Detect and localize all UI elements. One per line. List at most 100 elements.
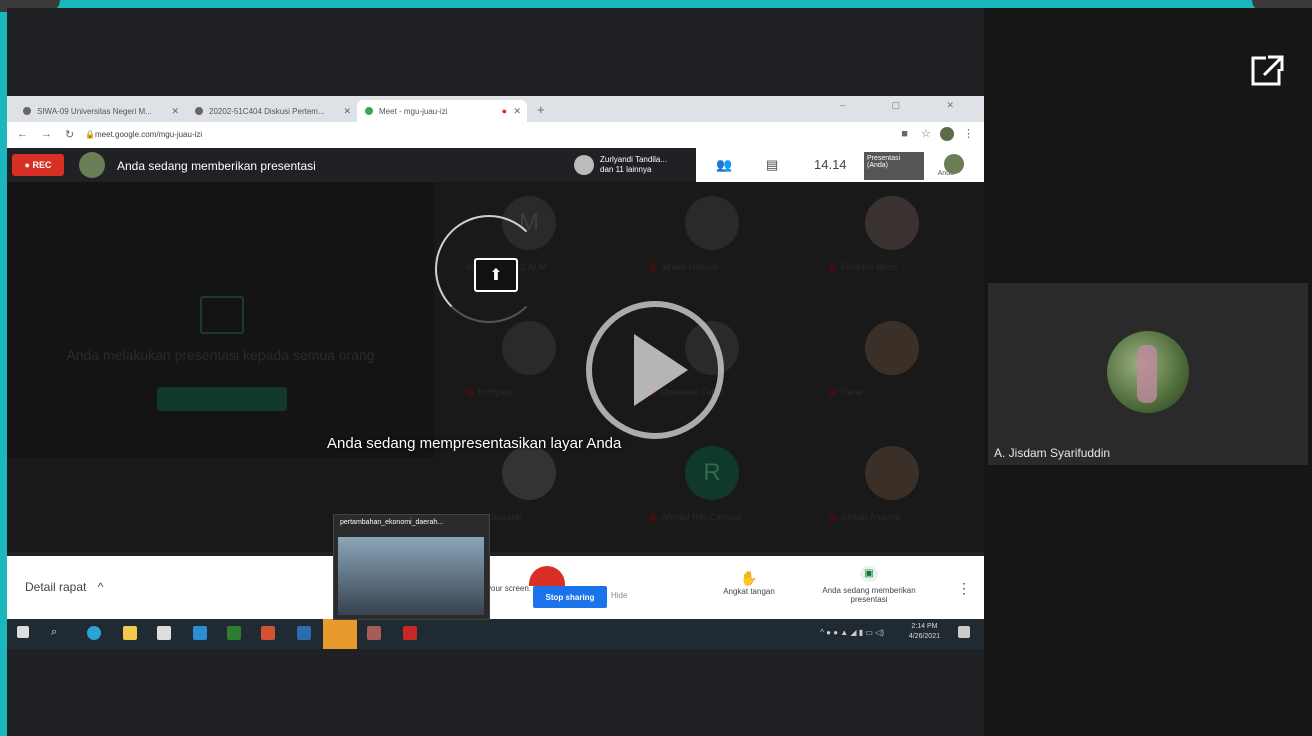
hand-icon: ✋ xyxy=(740,570,758,586)
hide-button[interactable]: Hide xyxy=(611,591,627,600)
grid-avatar xyxy=(502,446,556,500)
grid-tile[interactable]: Ichsan Ananda xyxy=(807,432,977,532)
meeting-details-button[interactable]: Detail rapat ^ xyxy=(25,580,103,594)
popout-icon[interactable] xyxy=(1250,53,1286,89)
star-icon[interactable]: ☆ xyxy=(921,128,931,140)
grid-name: Nana xyxy=(841,387,863,397)
profile-avatar[interactable] xyxy=(939,127,954,142)
grid-avatar: R xyxy=(685,446,739,500)
grid-avatar xyxy=(865,321,919,375)
chevron-up-icon: ^ xyxy=(97,580,104,594)
participants-summary[interactable]: Zurlyandi Tandila... dan 11 lainnya xyxy=(574,151,694,179)
participant-avatar xyxy=(1107,331,1189,413)
present-screen-icon xyxy=(200,296,244,334)
presenting-button[interactable]: ▣ Anda sedang memberikan presentasi xyxy=(805,566,933,604)
grid-tile[interactable]: R Ahmad Riki Cahyadi xyxy=(627,432,797,532)
grid-name: Idham Nawadi xyxy=(661,262,719,272)
notification-icon[interactable] xyxy=(958,626,970,638)
close-tab-icon[interactable]: ✕ xyxy=(343,106,351,117)
recording-badge: ● REC xyxy=(12,154,64,176)
mail-icon[interactable] xyxy=(193,626,207,640)
end-call-button[interactable] xyxy=(529,566,565,586)
self-avatar xyxy=(944,154,964,174)
mic-off-icon xyxy=(649,263,657,272)
thumbnail-title: pertambahan_ekonomi_daerah... xyxy=(340,519,444,526)
participants-line1: Zurlyandi Tandila... xyxy=(600,155,667,164)
chrome-icon[interactable] xyxy=(367,626,381,640)
grid-name: Faradila Bhen xyxy=(841,262,898,272)
powerpoint-icon[interactable] xyxy=(261,626,275,640)
window-controls[interactable]: – ▢ ✕ xyxy=(840,100,976,111)
windows-start-icon[interactable] xyxy=(17,626,29,638)
tab-meet[interactable]: Meet - mgu-juau-izi ● ✕ xyxy=(357,100,527,122)
address-actions: ■ ☆ ⋮ xyxy=(901,127,974,142)
participants-line2: dan 11 lainnya xyxy=(600,165,652,174)
present-icon: ▣ xyxy=(860,566,878,582)
presenting-label-line1: Anda sedang memberikan xyxy=(822,586,916,595)
taskbar-thumbnail-preview[interactable]: pertambahan_ekonomi_daerah... xyxy=(333,514,490,620)
meeting-clock: 14.14 xyxy=(814,157,847,172)
store-icon[interactable] xyxy=(157,626,171,640)
stop-sharing-button[interactable]: Stop sharing xyxy=(533,586,607,608)
grid-tile[interactable]: Faradila Bhen xyxy=(807,182,977,282)
mic-off-icon xyxy=(829,513,837,522)
tab-favicon-icon xyxy=(23,107,31,115)
clock-date: 4/26/2021 xyxy=(908,633,940,640)
tab-label: SIWA-09 Universitas Negeri M... xyxy=(37,106,152,116)
meet-status-title: Anda sedang memberikan presentasi xyxy=(117,159,316,173)
meet-toolbar-top: 👥 ▤ 14.14 Presentasi (Anda) Anda xyxy=(696,148,984,182)
menu-icon[interactable]: ⋮ xyxy=(963,128,974,140)
share-control-text: your screen. xyxy=(487,584,532,593)
grid-tile[interactable]: Nana xyxy=(807,307,977,407)
grid-name: Ichsan Ananda xyxy=(841,512,901,522)
meet-header: ● REC Anda sedang memberikan presentasi … xyxy=(7,148,984,182)
word-icon[interactable] xyxy=(297,626,311,640)
mic-off-icon xyxy=(829,263,837,272)
play-icon xyxy=(634,334,688,406)
raise-hand-label: Angkat tangan xyxy=(723,587,775,596)
grid-avatar xyxy=(865,446,919,500)
reload-icon[interactable]: ↻ xyxy=(65,128,74,141)
sticky-notes-icon[interactable] xyxy=(323,619,357,649)
grid-avatar xyxy=(865,196,919,250)
search-icon[interactable]: ⌕ xyxy=(51,626,65,640)
thumbnail-image xyxy=(338,537,484,615)
tab-label: 20202-51C404 Diskusi Pertem... xyxy=(209,106,325,116)
raise-hand-button[interactable]: ✋ Angkat tangan xyxy=(714,570,784,596)
excel-icon[interactable] xyxy=(227,626,241,640)
taskbar-clock[interactable]: 2:14 PM 4/26/2021 xyxy=(909,622,940,642)
tab-siwa[interactable]: SIWA-09 Universitas Negeri M... ✕ xyxy=(15,100,185,122)
tab-diskusi[interactable]: 20202-51C404 Diskusi Pertem... ✕ xyxy=(187,100,357,122)
frame-border-left xyxy=(0,0,7,736)
forward-icon[interactable]: → xyxy=(41,128,52,140)
system-tray-icons[interactable]: ^ ● ● ▲ ◢ ▮ ▭ ◁) xyxy=(820,628,884,637)
grid-name: Ahmad Riki Cahyadi xyxy=(661,512,743,522)
chat-icon[interactable]: ▤ xyxy=(766,157,778,173)
participant-name: A. Jisdam Syarifuddin xyxy=(994,446,1111,460)
url-input[interactable]: meet.google.com/mgu-juau-izi xyxy=(95,130,202,139)
edge-icon[interactable] xyxy=(87,626,101,640)
more-options-icon[interactable]: ⋮ xyxy=(957,580,971,597)
new-tab-button[interactable]: + xyxy=(537,102,545,117)
grid-avatar xyxy=(685,196,739,250)
camera-icon[interactable]: ■ xyxy=(901,128,908,140)
presenting-message: Anda melakukan presentasi kepada semua o… xyxy=(66,347,375,363)
mic-off-icon xyxy=(466,388,474,397)
share-screen-upload-icon: ⬆ xyxy=(474,258,518,292)
grid-tile[interactable]: Idham Nawadi xyxy=(627,182,797,282)
presentation-thumbnail[interactable]: Presentasi (Anda) xyxy=(864,152,924,180)
people-icon[interactable]: 👥 xyxy=(716,157,732,173)
close-tab-icon[interactable]: ✕ xyxy=(513,106,521,117)
presenting-label-line2: presentasi xyxy=(850,595,888,604)
file-explorer-icon[interactable] xyxy=(123,626,137,640)
close-tab-icon[interactable]: ✕ xyxy=(171,106,179,117)
back-icon[interactable]: ← xyxy=(17,128,28,140)
user-avatar xyxy=(79,152,105,178)
participant-avatar-small xyxy=(574,155,594,175)
acrobat-icon[interactable] xyxy=(403,626,417,640)
meeting-details-label: Detail rapat xyxy=(25,580,87,594)
address-bar: ← → ↻ 🔒 meet.google.com/mgu-juau-izi ■ ☆… xyxy=(7,122,984,148)
clock-time: 2:14 PM xyxy=(911,623,938,630)
stop-presenting-button[interactable] xyxy=(157,387,287,411)
meet-control-bar: Detail rapat ^ your screen. Stop sharing… xyxy=(7,556,984,619)
